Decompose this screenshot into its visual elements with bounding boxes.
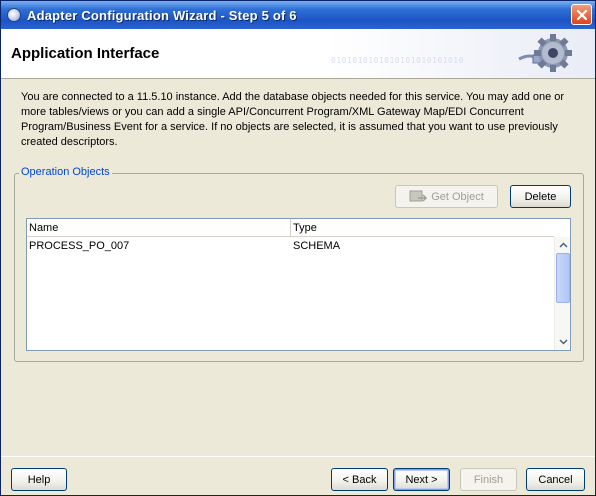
column-header-type[interactable]: Type [291, 219, 554, 237]
next-button[interactable]: Next > [393, 468, 450, 491]
column-header-name[interactable]: Name [27, 219, 291, 237]
wizard-header: Application Interface 010101010101010101… [1, 29, 595, 79]
table-header: Name Type [27, 219, 554, 237]
finish-button[interactable]: Finish [460, 468, 517, 491]
next-label: Next > [405, 473, 438, 486]
finish-label: Finish [473, 473, 504, 486]
wizard-window: Adapter Configuration Wizard - Step 5 of… [0, 0, 596, 496]
table-row[interactable]: PROCESS_PO_007 SCHEMA [27, 238, 554, 255]
close-button[interactable] [571, 4, 592, 25]
window-title: Adapter Configuration Wizard - Step 5 of… [27, 7, 297, 23]
get-object-button[interactable]: Get Object [395, 185, 498, 208]
operation-objects-table: Name Type PROCESS_PO_007 SCHEMA [26, 218, 571, 351]
chevron-down-icon [558, 339, 568, 345]
help-label: Help [27, 473, 51, 486]
cancel-label: Cancel [538, 473, 573, 486]
gear-plug-icon [518, 34, 572, 72]
back-button[interactable]: < Back [331, 468, 388, 491]
help-button[interactable]: Help [11, 468, 67, 491]
title-bar: Adapter Configuration Wizard - Step 5 of… [1, 1, 595, 29]
app-icon [7, 8, 21, 22]
close-icon [576, 9, 587, 20]
cell-name: PROCESS_PO_007 [29, 240, 130, 252]
scroll-up-button[interactable] [557, 239, 569, 251]
cell-type: SCHEMA [293, 240, 341, 252]
vertical-scrollbar[interactable] [554, 237, 570, 350]
footer-divider [1, 456, 595, 457]
cancel-button[interactable]: Cancel [526, 468, 585, 491]
scroll-down-button[interactable] [557, 336, 569, 348]
page-heading: Application Interface [11, 45, 160, 62]
intro-text: You are connected to a 11.5.10 instance.… [21, 91, 565, 148]
chevron-up-icon [558, 242, 568, 248]
operation-objects-legend: Operation Objects [19, 166, 112, 178]
scroll-thumb[interactable] [556, 253, 570, 303]
delete-label: Delete [524, 190, 557, 203]
delete-button[interactable]: Delete [510, 185, 571, 208]
get-object-icon [409, 190, 428, 202]
get-object-label: Get Object [431, 190, 484, 203]
binary-watermark: 0101010101010101010101010 [331, 56, 464, 65]
back-label: < Back [342, 473, 377, 486]
